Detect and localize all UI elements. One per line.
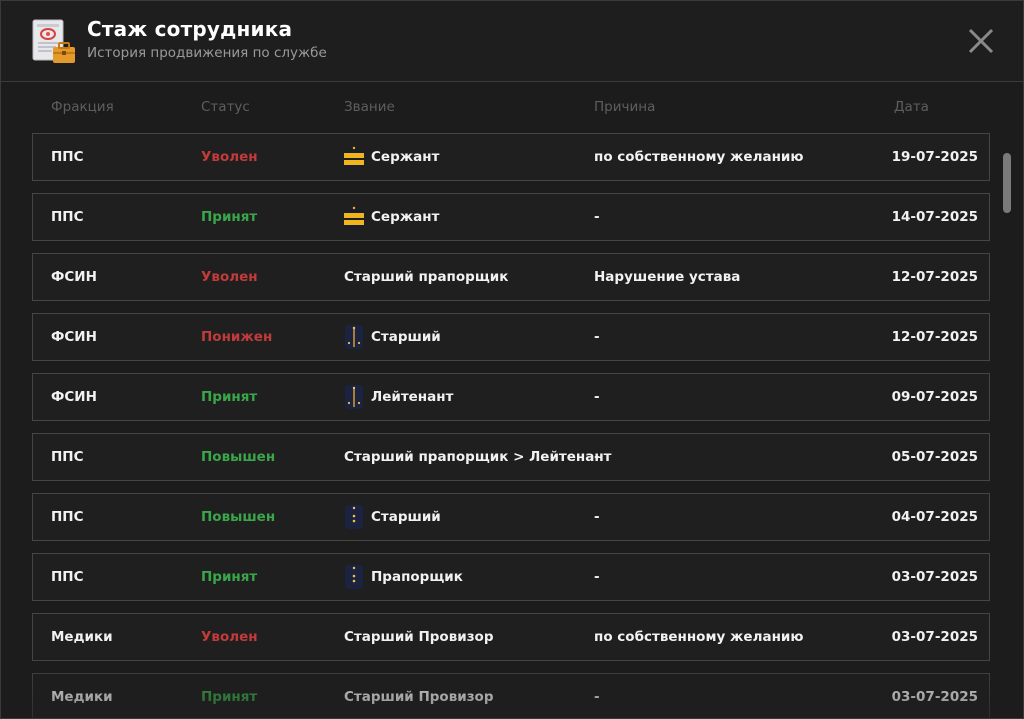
reason-cell: -	[594, 209, 600, 225]
faction-cell: ППС	[51, 209, 84, 225]
reason-cell: -	[594, 569, 600, 585]
reason-cell: -	[594, 389, 600, 405]
rank-label: Сержант	[371, 149, 440, 165]
status-cell: Принят	[201, 389, 258, 405]
rank-cell: Сержант	[344, 134, 439, 180]
column-header-status: Статус	[201, 99, 250, 115]
window-subtitle: История продвижения по службе	[87, 45, 327, 61]
date-cell: 12-07-2025	[891, 329, 978, 345]
column-header-reason: Причина	[594, 99, 656, 115]
faction-cell: ППС	[51, 449, 84, 465]
status-cell: Понижен	[201, 329, 273, 345]
window-title: Стаж сотрудника	[87, 17, 293, 41]
date-cell: 05-07-2025	[891, 449, 978, 465]
rank-label: Старший Провизор	[344, 629, 494, 645]
window-header: Стаж сотрудника История продвижения по с…	[1, 1, 1023, 82]
table-row[interactable]: ППС Повышен Старший прапорщик > Лейтенант -…	[32, 433, 990, 481]
reason-cell: -	[594, 689, 600, 705]
rank-label: Прапорщик	[371, 569, 463, 585]
status-cell: Уволен	[201, 269, 258, 285]
reason-cell: -	[594, 509, 600, 525]
table-row[interactable]: Медики Уволен Старший Провизор по собственн…	[32, 613, 990, 661]
seniority-window: Стаж сотрудника История продвижения по с…	[0, 0, 1024, 719]
date-cell: 12-07-2025	[891, 269, 978, 285]
faction-cell: ППС	[51, 149, 84, 165]
faction-cell: Медики	[51, 629, 113, 645]
table-row[interactable]: ФСИН Уволен Старший прапорщик Нарушение уст…	[32, 253, 990, 301]
date-cell: 03-07-2025	[891, 569, 978, 585]
rank-cell: Старший Провизор	[344, 674, 493, 718]
date-cell: 19-07-2025	[891, 149, 978, 165]
status-cell: Принят	[201, 569, 258, 585]
table-row[interactable]: Медики Принят Старший Провизор - 03-07-2025	[32, 673, 990, 718]
table-row[interactable]: ППС Принят Сержант - 14-07-2025	[32, 193, 990, 241]
status-cell: Принят	[201, 209, 258, 225]
status-cell: Принят	[201, 689, 258, 705]
faction-cell: ППС	[51, 509, 84, 525]
reason-cell: Нарушение устава	[594, 269, 741, 285]
rank-insignia-icon	[344, 145, 371, 169]
seniority-list[interactable]: ППС Уволен Сержант по собственному желанию 1…	[32, 133, 992, 718]
status-cell: Уволен	[201, 629, 258, 645]
rank-insignia-icon	[344, 385, 371, 409]
rank-insignia-icon	[344, 505, 371, 529]
rank-label: Старший	[371, 329, 441, 345]
rank-insignia-icon	[344, 205, 371, 229]
date-cell: 14-07-2025	[891, 209, 978, 225]
certificate-briefcase-icon	[32, 19, 75, 63]
rank-label: Старший	[371, 509, 441, 525]
rank-label: Лейтенант	[371, 389, 454, 405]
date-cell: 09-07-2025	[891, 389, 978, 405]
status-cell: Повышен	[201, 509, 276, 525]
faction-cell: Медики	[51, 689, 113, 705]
rank-insignia-icon	[344, 325, 371, 349]
rank-cell: Сержант	[344, 194, 439, 240]
table-row[interactable]: ППС Повышен Старший - 04-07-2025	[32, 493, 990, 541]
table-row[interactable]: ФСИН Понижен Старший - 12-07-2025	[32, 313, 990, 361]
reason-cell: -	[594, 329, 600, 345]
faction-cell: ФСИН	[51, 389, 97, 405]
scrollbar-thumb[interactable]	[1003, 153, 1011, 213]
date-cell: 04-07-2025	[891, 509, 978, 525]
rank-label: Старший прапорщик	[344, 269, 509, 285]
table-row[interactable]: ППС Уволен Сержант по собственному желанию 1…	[32, 133, 990, 181]
rank-label: Сержант	[371, 209, 440, 225]
faction-cell: ФСИН	[51, 269, 97, 285]
status-cell: Уволен	[201, 149, 258, 165]
rank-label: Старший прапорщик > Лейтенант	[344, 449, 612, 465]
table-row[interactable]: ППС Принят Прапорщик - 03-07-2025	[32, 553, 990, 601]
rank-cell: Старший Провизор	[344, 614, 493, 660]
faction-cell: ФСИН	[51, 329, 97, 345]
status-cell: Повышен	[201, 449, 276, 465]
date-cell: 03-07-2025	[891, 629, 978, 645]
column-header-date: Дата	[894, 99, 929, 115]
rank-cell: Старший	[344, 314, 441, 360]
column-header-rank: Звание	[344, 99, 395, 115]
rank-cell: Старший прапорщик	[344, 254, 508, 300]
rank-cell: Прапорщик	[344, 554, 463, 600]
column-header-faction: Фракция	[51, 99, 114, 115]
table-row[interactable]: ФСИН Принят Лейтенант - 09-07-2025	[32, 373, 990, 421]
rank-insignia-icon	[344, 565, 371, 589]
rank-cell: Старший прапорщик > Лейтенант	[344, 434, 611, 480]
reason-cell: по собственному желанию	[594, 629, 804, 645]
rank-cell: Лейтенант	[344, 374, 453, 420]
rank-cell: Старший	[344, 494, 441, 540]
faction-cell: ППС	[51, 569, 84, 585]
date-cell: 03-07-2025	[891, 689, 978, 705]
close-icon[interactable]	[967, 27, 995, 55]
reason-cell: по собственному желанию	[594, 149, 804, 165]
rank-label: Старший Провизор	[344, 689, 494, 705]
reason-cell: -	[594, 449, 600, 465]
